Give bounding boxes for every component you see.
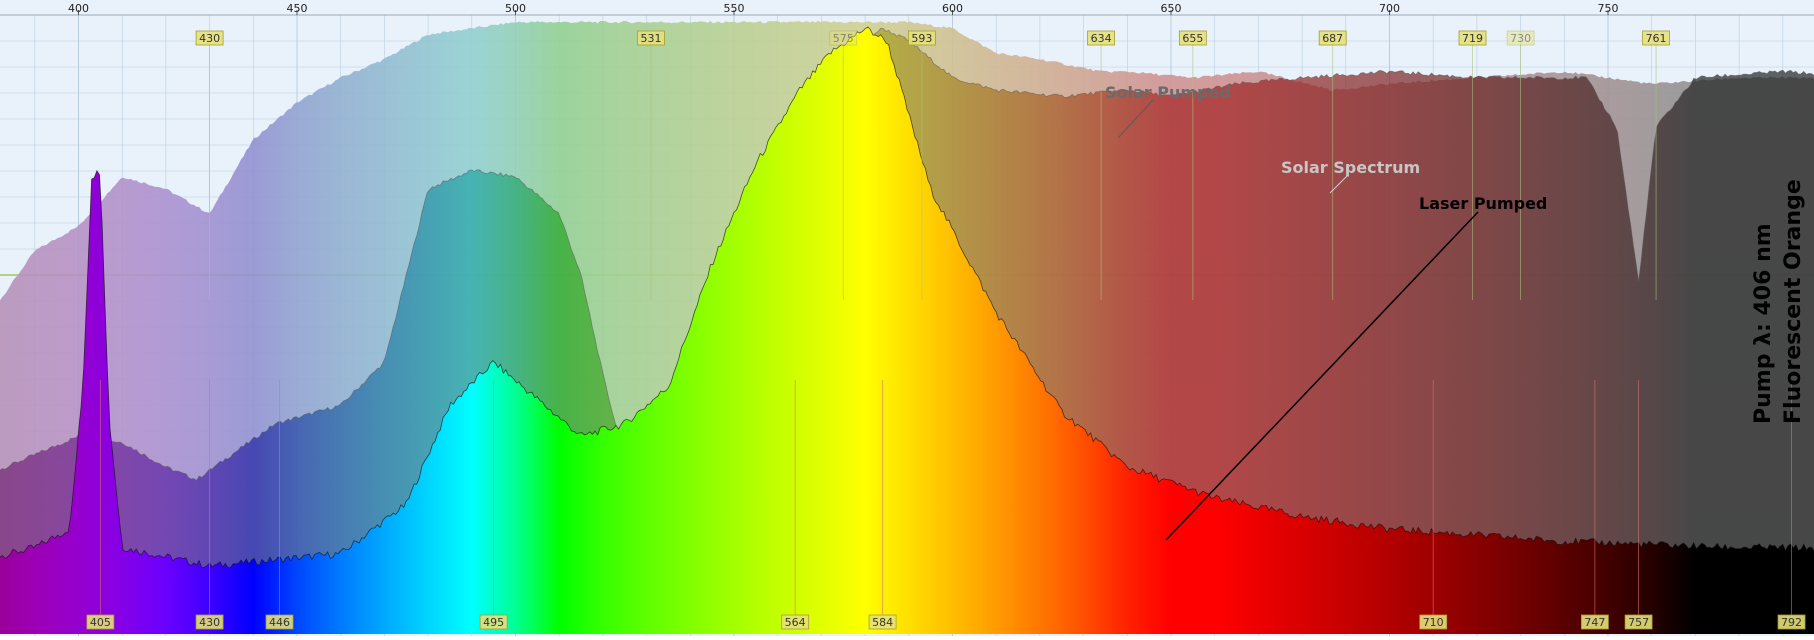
peak-badge: 564	[781, 614, 810, 630]
peak-badge: 531	[637, 30, 665, 46]
peak-badge-label: 575	[833, 32, 854, 45]
peak-badge: 430	[195, 30, 224, 46]
peak-badge: 719	[1458, 30, 1487, 46]
solar-spectrum-label: Solar Spectrum	[1281, 158, 1420, 177]
x-tick-label: 700	[1379, 2, 1400, 15]
peak-badge: 747	[1580, 614, 1609, 630]
peak-badge: 446	[265, 614, 294, 630]
peak-badge-label: 430	[199, 32, 220, 45]
peak-badge-label: 564	[785, 616, 806, 629]
pump-wavelength-label: Pump λ: 406 nm	[1751, 223, 1776, 424]
axis-strip	[0, 0, 1814, 15]
peak-badge-label: 593	[911, 32, 932, 45]
peak-badge-label: 634	[1091, 32, 1112, 45]
peak-badge-label: 405	[90, 616, 111, 629]
peak-badge-label: 757	[1628, 616, 1649, 629]
peak-badge: 730	[1506, 30, 1535, 46]
peak-badge-label: 719	[1462, 32, 1483, 45]
peak-badge: 575	[829, 30, 858, 46]
x-tick-label: 650	[1161, 2, 1182, 15]
peak-badge-label: 531	[640, 32, 661, 45]
peak-badge: 430	[195, 614, 224, 630]
x-tick-label: 500	[505, 2, 526, 15]
peak-badge-label: 687	[1322, 32, 1343, 45]
peak-badge: 634	[1087, 30, 1115, 46]
peak-badge-label: 730	[1510, 32, 1531, 45]
peak-badge-label: 747	[1584, 616, 1605, 629]
peak-badge-label: 655	[1182, 32, 1203, 45]
peak-badge: 687	[1318, 30, 1347, 46]
peak-badge-label: 495	[483, 616, 504, 629]
pump-material-label: Fluorescent Orange	[1781, 179, 1806, 424]
x-tick-label: 750	[1598, 2, 1619, 15]
peak-badge: 792	[1777, 614, 1806, 630]
x-tick-label: 450	[287, 2, 308, 15]
peak-badge: 761	[1642, 30, 1670, 46]
peak-badge-label: 584	[872, 616, 893, 629]
peak-badge: 757	[1624, 614, 1653, 630]
spectrum-chart: 4004505005506006507007508008509009501000…	[0, 0, 1814, 636]
peak-badge: 405	[86, 614, 115, 630]
peak-badge-label: 446	[269, 616, 290, 629]
peak-badge: 495	[479, 614, 508, 630]
peak-badge: 655	[1178, 30, 1207, 46]
peak-badge: 710	[1419, 614, 1448, 630]
chart-svg: 4004505005506006507007508008509009501000…	[0, 0, 1814, 636]
x-tick-label: 400	[68, 2, 89, 15]
solar-pumped-label: Solar Pumped	[1105, 83, 1231, 102]
peak-badge-label: 430	[199, 616, 220, 629]
peak-badge: 593	[908, 30, 936, 46]
x-tick-label: 550	[724, 2, 745, 15]
peak-badge-label: 710	[1423, 616, 1444, 629]
peak-badge: 584	[868, 614, 897, 630]
laser-pumped-label: Laser Pumped	[1419, 194, 1547, 213]
peak-badge-label: 761	[1646, 32, 1667, 45]
peak-badge-label: 792	[1781, 616, 1802, 629]
x-tick-label: 600	[942, 2, 963, 15]
